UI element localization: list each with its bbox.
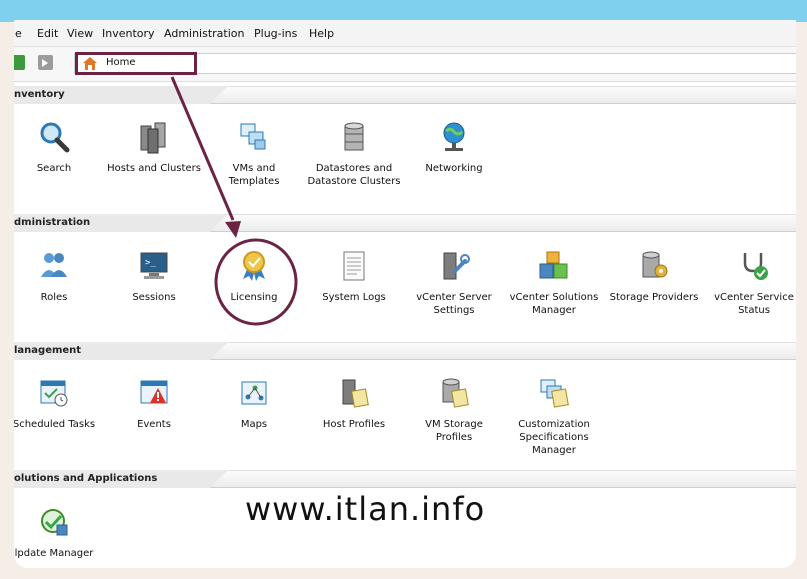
storage-providers-icon bbox=[642, 251, 668, 278]
roles-icon bbox=[41, 253, 67, 277]
management-item-scheduled-tasks[interactable]: Scheduled Tasks bbox=[14, 376, 104, 431]
administration-item-licensing[interactable]: Licensing bbox=[204, 249, 304, 304]
menu-edit[interactable]: Edit bbox=[37, 27, 58, 40]
item-label: Hosts and Clusters bbox=[107, 163, 201, 174]
section-title: lanagement bbox=[14, 345, 82, 356]
management-item-vm-storage-profiles[interactable]: VM Storage Profiles bbox=[404, 376, 504, 444]
menu-view[interactable]: View bbox=[67, 27, 93, 40]
section-title: olutions and Applications bbox=[14, 473, 158, 484]
item-label: vCenter Server Settings bbox=[416, 292, 492, 316]
menu-file[interactable]: le bbox=[14, 27, 22, 40]
arrow-right-icon bbox=[42, 59, 48, 67]
item-label: vCenter Solutions Manager bbox=[509, 292, 599, 316]
vsphere-client-window: le Edit View Inventory Administration Pl… bbox=[14, 20, 796, 568]
item-label: Roles bbox=[40, 292, 68, 303]
section-header-solutions: olutions and Applications bbox=[14, 470, 796, 488]
item-label: Events bbox=[137, 419, 171, 430]
inventory-item-datastores[interactable]: Datastores and Datastore Clusters bbox=[304, 120, 404, 188]
vm-storage-profiles-icon bbox=[442, 378, 469, 408]
networking-icon bbox=[443, 122, 465, 151]
section-title: dministration bbox=[14, 217, 91, 228]
item-label: vCenter Service Status bbox=[714, 292, 794, 316]
search-icon bbox=[40, 122, 70, 153]
administration-item-service-status[interactable]: vCenter Service Status bbox=[704, 249, 796, 317]
inventory-item-search[interactable]: Search bbox=[14, 120, 104, 175]
administration-item-storage-providers[interactable]: Storage Providers bbox=[604, 249, 704, 304]
section-header-administration: dministration bbox=[14, 214, 796, 232]
menu-plugins[interactable]: Plug-ins bbox=[254, 27, 297, 40]
window-top-bar bbox=[0, 0, 807, 22]
menu-bar: le Edit View Inventory Administration Pl… bbox=[14, 20, 796, 47]
inventory-item-hosts-clusters[interactable]: Hosts and Clusters bbox=[104, 120, 204, 175]
menu-inventory[interactable]: Inventory bbox=[102, 27, 155, 40]
item-label: Scheduled Tasks bbox=[14, 419, 96, 430]
system-logs-icon bbox=[343, 251, 365, 281]
datastores-icon bbox=[344, 122, 364, 151]
management-item-maps[interactable]: Maps bbox=[204, 376, 304, 431]
update-manager-icon bbox=[41, 509, 68, 536]
administration-item-sessions[interactable]: >_ Sessions bbox=[104, 249, 204, 304]
vms-templates-icon bbox=[240, 123, 266, 150]
forward-button[interactable] bbox=[38, 55, 53, 70]
section-header-management: lanagement bbox=[14, 342, 796, 360]
licensing-icon bbox=[243, 251, 265, 281]
home-callout-highlight bbox=[75, 52, 197, 75]
svg-text:>_: >_ bbox=[145, 258, 156, 268]
management-item-customization-specs[interactable]: Customization Specifications Manager bbox=[504, 376, 604, 457]
item-label: Customization Specifications Manager bbox=[518, 419, 590, 456]
item-label: VM Storage Profiles bbox=[425, 419, 483, 443]
administration-item-system-logs[interactable]: System Logs bbox=[304, 249, 404, 304]
sessions-icon: >_ bbox=[140, 252, 168, 279]
item-label: Networking bbox=[425, 163, 483, 174]
service-status-icon bbox=[743, 253, 768, 280]
item-label: lpdate Manager bbox=[14, 548, 94, 559]
item-label: Search bbox=[36, 163, 72, 174]
item-label: Storage Providers bbox=[609, 292, 699, 303]
item-label: Licensing bbox=[230, 292, 278, 303]
item-label: Host Profiles bbox=[322, 419, 386, 430]
solutions-item-update-manager[interactable]: lpdate Manager bbox=[14, 505, 104, 560]
section-header-inventory: nventory bbox=[14, 86, 796, 104]
events-icon bbox=[140, 380, 168, 404]
inventory-item-networking[interactable]: Networking bbox=[404, 120, 504, 175]
watermark-text: www.itlan.info bbox=[245, 490, 486, 528]
scheduled-tasks-icon bbox=[40, 380, 68, 407]
item-label: VMs and Templates bbox=[228, 163, 280, 187]
administration-item-solutions-manager[interactable]: vCenter Solutions Manager bbox=[504, 249, 604, 317]
hosts-clusters-icon bbox=[140, 122, 166, 154]
administration-item-roles[interactable]: Roles bbox=[14, 249, 104, 304]
management-item-events[interactable]: Events bbox=[104, 376, 204, 431]
item-label: Datastores and Datastore Clusters bbox=[307, 163, 401, 187]
menu-administration[interactable]: Administration bbox=[164, 27, 245, 40]
management-item-host-profiles[interactable]: Host Profiles bbox=[304, 376, 404, 431]
item-label: Sessions bbox=[132, 292, 176, 303]
inventory-item-vms-templates[interactable]: VMs and Templates bbox=[204, 120, 304, 188]
item-label: Maps bbox=[240, 419, 268, 430]
administration-item-vcenter-settings[interactable]: vCenter Server Settings bbox=[404, 249, 504, 317]
customization-specs-icon bbox=[540, 379, 569, 408]
vcenter-settings-icon bbox=[443, 252, 470, 280]
menu-help[interactable]: Help bbox=[309, 27, 334, 40]
section-title: nventory bbox=[14, 89, 65, 100]
back-button[interactable] bbox=[14, 55, 25, 70]
solutions-manager-icon bbox=[539, 251, 568, 279]
host-profiles-icon bbox=[342, 379, 369, 408]
item-label: System Logs bbox=[322, 292, 386, 303]
maps-icon bbox=[241, 381, 267, 405]
